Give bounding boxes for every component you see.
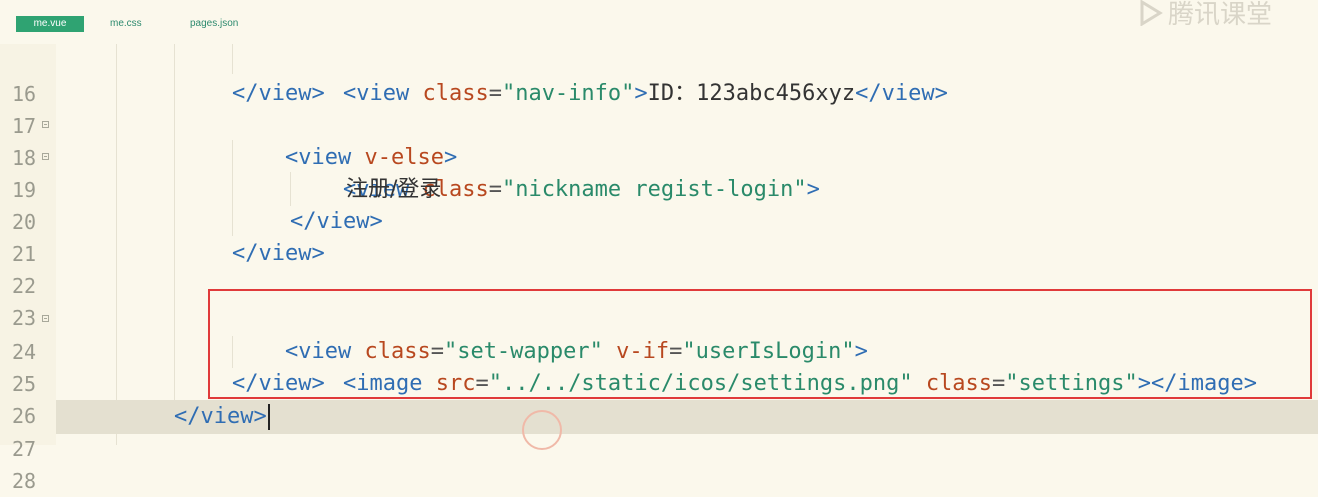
text-cursor (267, 404, 270, 430)
decorative-circle (522, 410, 562, 450)
tag-close: </view> (232, 241, 325, 266)
code-line-16[interactable]: 16 <view class="nav-info">ID：123abc456xy… (0, 46, 1318, 106)
fold-toggle-icon[interactable] (42, 121, 49, 128)
tab-pages-json[interactable]: pages.json (184, 16, 244, 32)
code-line-22[interactable]: 22 </view> (0, 238, 1318, 298)
line-number: 28 (12, 469, 37, 493)
watermark: 腾讯课堂 (1138, 0, 1318, 30)
code-line-28[interactable]: 28 (0, 433, 1318, 493)
fold-toggle-icon[interactable] (42, 315, 49, 322)
watermark-text: 腾讯课堂 (1168, 0, 1273, 30)
text-content: 注册/登录 (346, 177, 442, 202)
code-line-17[interactable]: 17 </view> (0, 78, 1318, 138)
editor-tab-bar: me.vue me.css pages.json (0, 0, 1318, 44)
code-line-20[interactable]: 20 注册/登录 (0, 174, 1318, 234)
code-line-18[interactable]: 18 <view v-else> (0, 110, 1318, 170)
tag-close: </view> (232, 81, 325, 106)
tab-me-css[interactable]: me.css (104, 16, 148, 32)
tag-close: </view> (290, 209, 383, 234)
fold-toggle-icon[interactable] (42, 153, 49, 160)
tab-me-vue[interactable]: me.vue (16, 16, 84, 32)
code-line-21[interactable]: 21 </view> (0, 206, 1318, 266)
code-line-19[interactable]: 19 <view class="nickname regist-login"> (0, 142, 1318, 202)
annotation-highlight-box (208, 289, 1312, 399)
tag-close: </view> (174, 404, 267, 429)
code-line-27[interactable]: 27 </view> (0, 401, 1318, 461)
play-icon (1140, 0, 1163, 26)
